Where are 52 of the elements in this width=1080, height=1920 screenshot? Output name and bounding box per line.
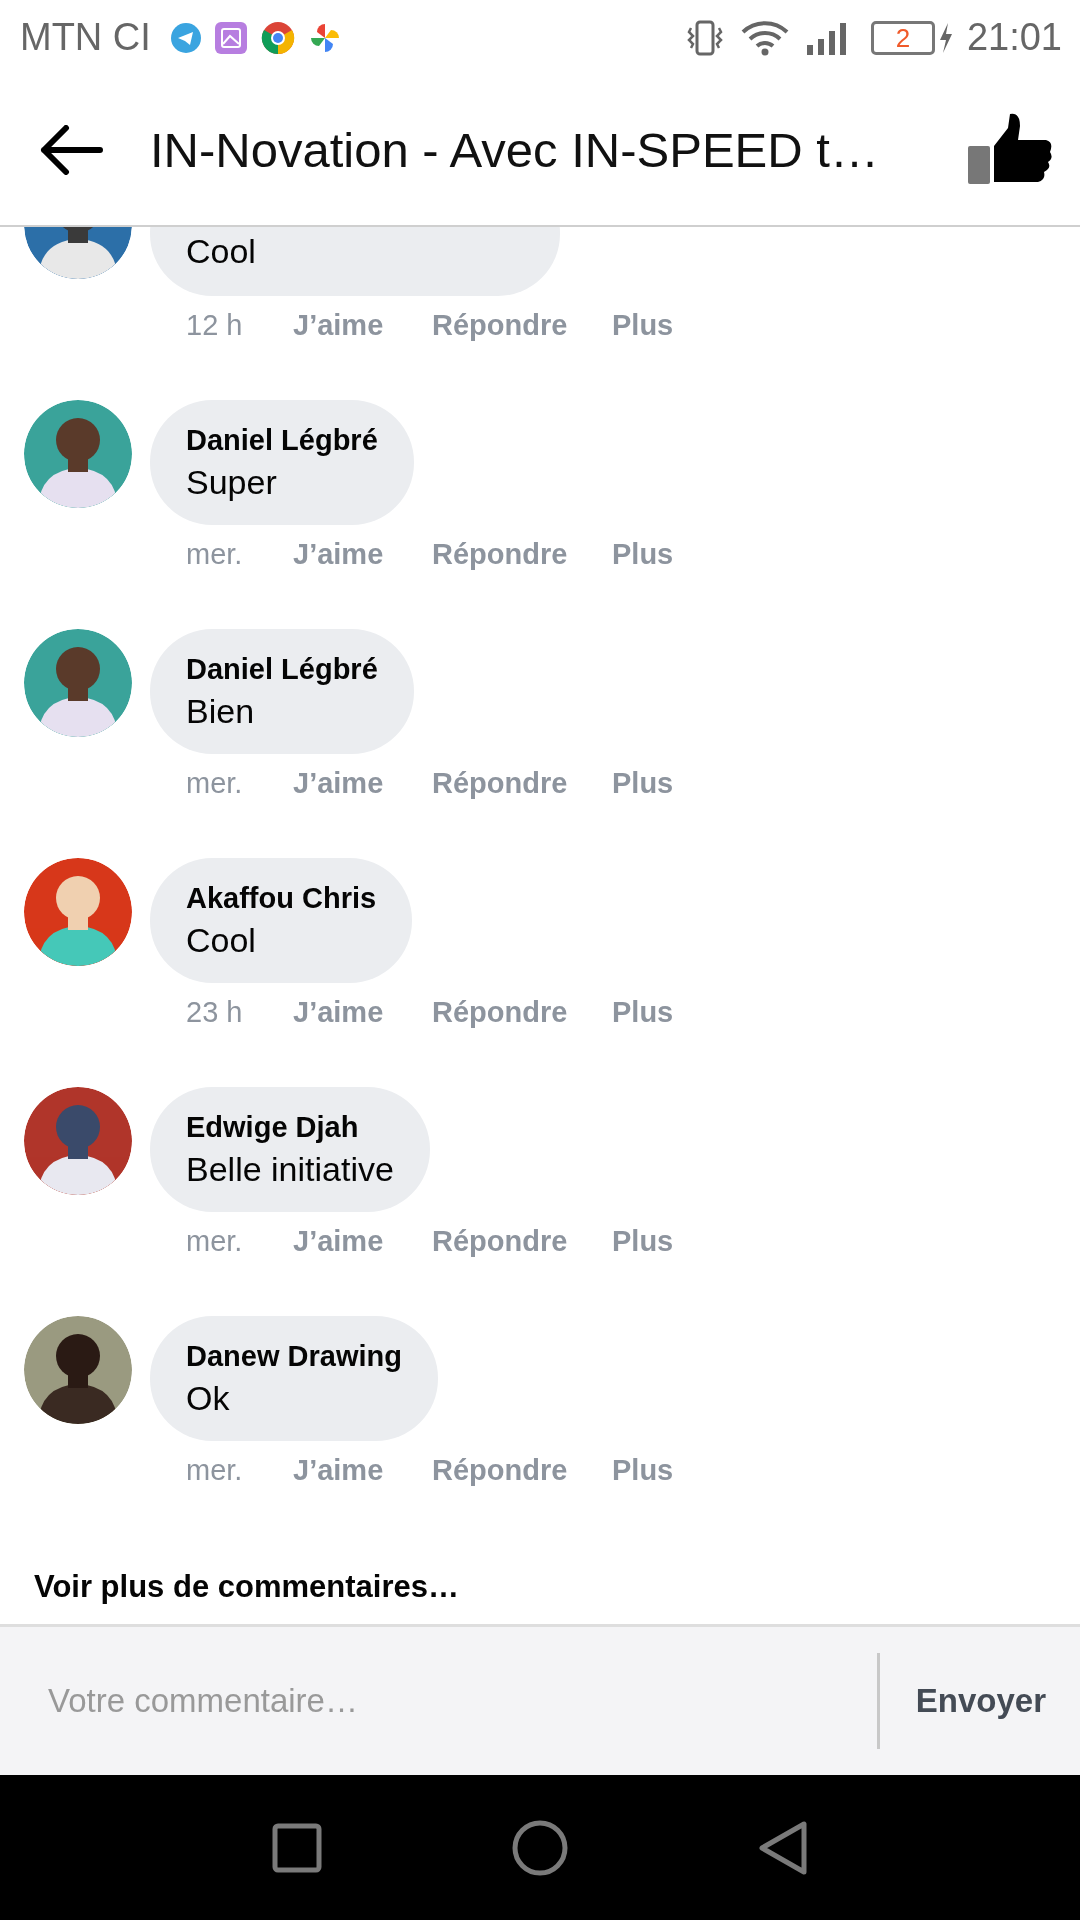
comment-action-link[interactable]: J’aime [293, 995, 432, 1029]
comment-action-link[interactable]: Plus [612, 1453, 674, 1487]
comment-text: Cool [186, 231, 257, 272]
comment-action-link[interactable]: Plus [612, 995, 674, 1029]
charging-icon [938, 22, 953, 53]
chrome-icon [260, 20, 295, 55]
comment-action-link[interactable]: Plus [612, 1224, 674, 1258]
back-arrow-icon[interactable] [38, 125, 104, 175]
gallery-icon [214, 21, 247, 54]
comment-action-link[interactable]: Répondre [432, 1224, 612, 1258]
comment-action-link[interactable]: Répondre [432, 308, 612, 342]
comment-author[interactable]: Daniel Légbré [186, 420, 378, 459]
comment-text: Ok [186, 1377, 231, 1419]
send-button[interactable]: Envoyer [915, 1682, 1046, 1720]
comment-action-link[interactable]: Plus [612, 537, 674, 571]
comment-action-link[interactable]: Plus [612, 766, 674, 800]
back-triangle-icon[interactable] [758, 1820, 808, 1875]
comment-time: mer. [186, 766, 244, 800]
comment-action-link[interactable]: Plus [612, 308, 674, 342]
home-circle-icon[interactable] [512, 1819, 568, 1876]
comment-text: Super [186, 461, 278, 503]
comment-author[interactable]: Daniel Légbré [186, 649, 378, 688]
comment-action-link[interactable]: Répondre [432, 537, 612, 571]
comment-action-link[interactable]: Répondre [432, 766, 612, 800]
paper-plane-icon [170, 22, 201, 53]
square-icon[interactable] [272, 1822, 322, 1873]
comment-text: Cool [186, 919, 257, 961]
comment-time: mer. [186, 537, 244, 571]
carrier-name: MTN CI [20, 16, 151, 59]
comment-action-link[interactable]: J’aime [293, 1224, 432, 1258]
comment-action-link[interactable]: J’aime [293, 766, 432, 800]
more-comments-link[interactable]: Voir plus de commentaires… [34, 1569, 459, 1605]
pinwheel-icon [308, 21, 341, 54]
comment-action-link[interactable]: J’aime [293, 308, 432, 342]
comment-time: mer. [186, 1224, 244, 1258]
comment-action-link[interactable]: J’aime [293, 537, 432, 571]
comment-time: 23 h [186, 995, 244, 1029]
comment-action-link[interactable]: J’aime [293, 1453, 432, 1487]
signal-icon [804, 20, 849, 55]
comment-action-link[interactable]: Répondre [432, 995, 612, 1029]
battery-percent: 2 [895, 24, 911, 51]
comment-time: 12 h [186, 308, 244, 342]
comment-time: mer. [186, 1453, 244, 1487]
comment-text: Belle initiative [186, 1148, 394, 1190]
clock: 21:01 [966, 16, 1062, 59]
comment-author[interactable]: Danew Drawing [186, 1336, 402, 1375]
comment-author[interactable]: Akaffou Chris [186, 878, 377, 917]
page-title: IN-Novation - Avec IN-SPEED t… [150, 122, 880, 178]
comment-text: Bien [186, 690, 256, 732]
comment-author[interactable]: Edwige Djah [186, 1107, 394, 1146]
comment-composer[interactable]: Votre commentaire… Envoyer [0, 1624, 1080, 1775]
comment-action-link[interactable]: Répondre [432, 1453, 612, 1487]
